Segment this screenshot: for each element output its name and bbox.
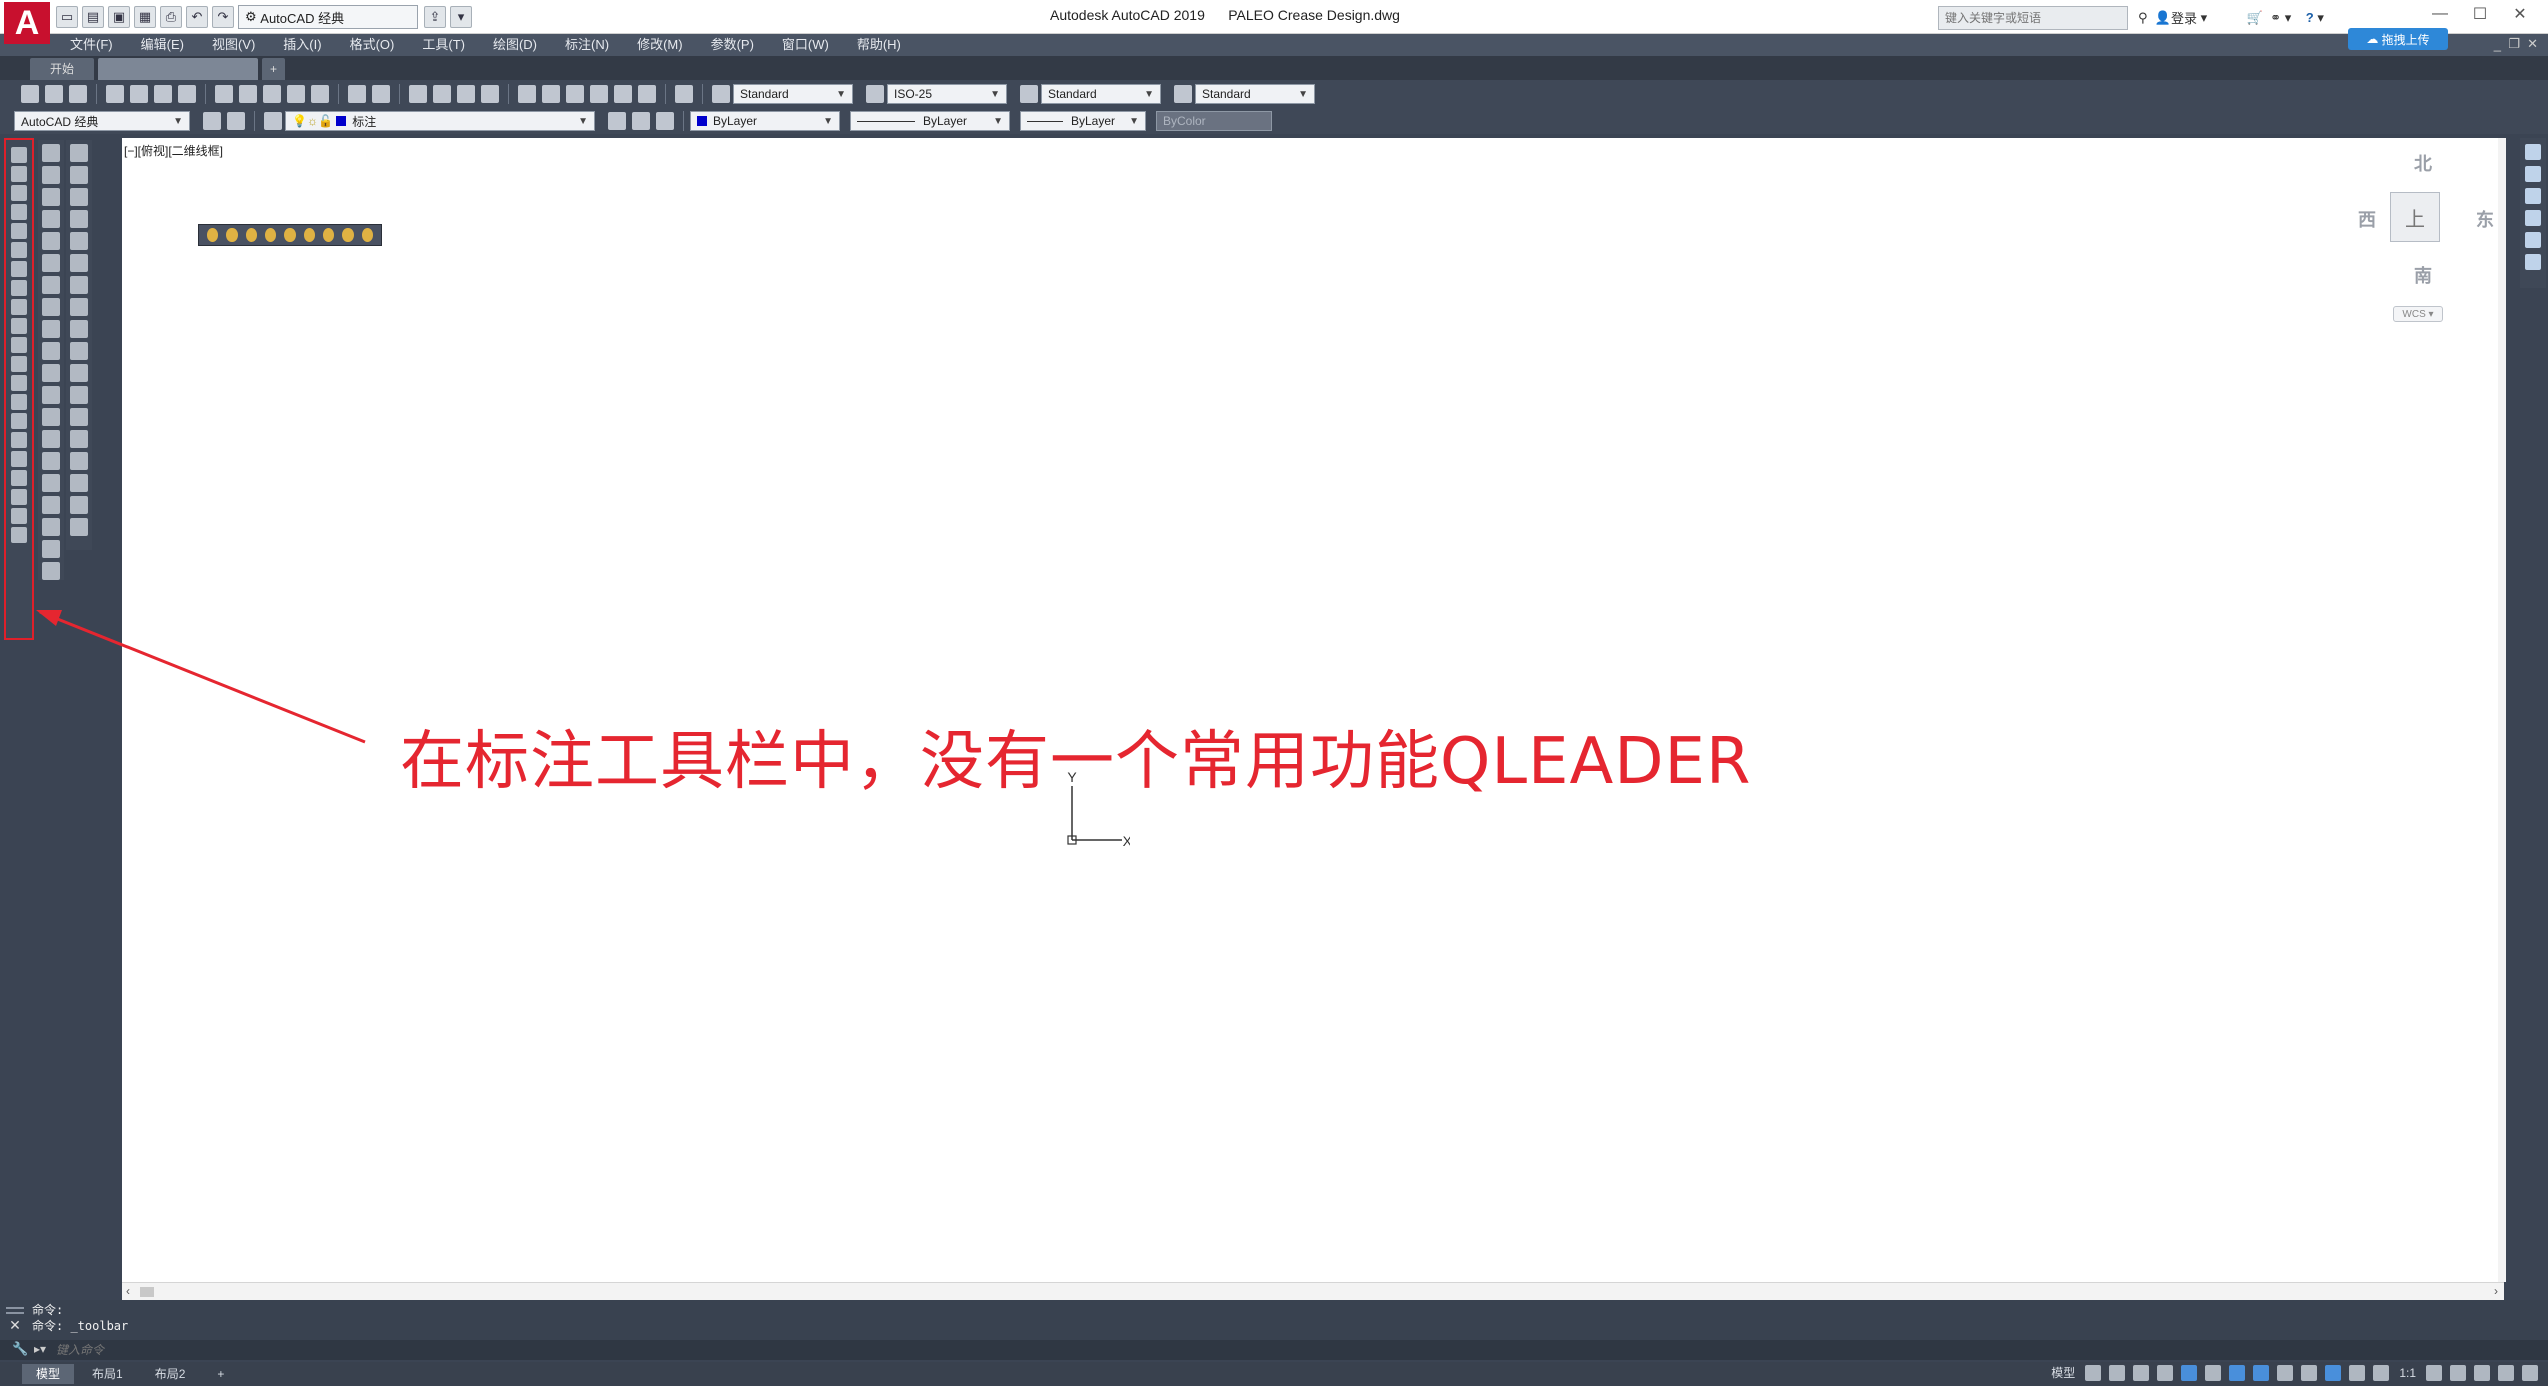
object-snap-tracking-icon[interactable]	[2229, 1364, 2246, 1381]
command-line-grip[interactable]: ✕	[6, 1304, 24, 1340]
command-input[interactable]	[56, 1342, 2356, 1358]
lineweight-toggle-icon[interactable]	[2277, 1364, 2294, 1381]
horizontal-scrollbar[interactable]: ‹ ›	[122, 1282, 2504, 1300]
ucs-icon: Y X	[1067, 770, 1130, 849]
clean-screen-icon[interactable]	[2498, 1364, 2514, 1381]
polar-tracking-icon[interactable]	[2181, 1364, 2198, 1381]
cloud-icon: ☁	[2366, 32, 2382, 46]
annotation-arrow	[36, 610, 366, 744]
app-logo-button[interactable]: A	[4, 2, 50, 44]
status-toggles: 模型 1:1	[2045, 1364, 2542, 1381]
annotation-visibility-icon[interactable]	[2325, 1364, 2342, 1381]
transparency-icon[interactable]	[2301, 1364, 2318, 1381]
infer-constraints-icon[interactable]	[2133, 1364, 2150, 1381]
model-space-toggle[interactable]: 模型	[2051, 1364, 2075, 1381]
upload-button[interactable]: ☁ 拖拽上传	[2348, 28, 2448, 50]
command-prompt-icon[interactable]: ▸▾	[34, 1342, 46, 1356]
isodraft-icon[interactable]	[2205, 1364, 2222, 1381]
scroll-right-icon[interactable]: ›	[2494, 1284, 2498, 1298]
tab-model[interactable]: 模型	[22, 1364, 75, 1384]
snap-icon[interactable]	[2109, 1364, 2126, 1381]
customization-menu-icon[interactable]	[2522, 1364, 2538, 1381]
tab-layout2[interactable]: 布局2	[141, 1364, 200, 1384]
object-snap-icon[interactable]	[2253, 1364, 2270, 1381]
annotation-scale-icon[interactable]	[2373, 1364, 2390, 1381]
annotation-arrow-head	[36, 610, 62, 626]
command-history: 命令: 命令: _toolbar	[32, 1303, 129, 1333]
scroll-left-icon[interactable]: ‹	[126, 1284, 130, 1298]
ortho-icon[interactable]	[2157, 1364, 2174, 1381]
annotation-scale-value[interactable]: 1:1	[2399, 1366, 2416, 1380]
add-icon[interactable]	[2450, 1364, 2466, 1381]
scroll-thumb[interactable]	[140, 1287, 154, 1297]
ucs-x-label: X	[1123, 833, 1130, 849]
close-icon[interactable]: ✕	[6, 1317, 24, 1334]
ucs-y-label: Y	[1067, 770, 1077, 785]
tab-layout1[interactable]: 布局1	[78, 1364, 137, 1384]
units-icon[interactable]	[2474, 1364, 2490, 1381]
workspace-switch-icon[interactable]	[2426, 1364, 2442, 1381]
vertical-scrollbar[interactable]	[2498, 138, 2506, 1282]
wrench-icon[interactable]: 🔧	[12, 1341, 28, 1357]
add-layout-button[interactable]: +	[203, 1364, 238, 1384]
auto-scale-icon[interactable]	[2349, 1364, 2366, 1381]
annotation-arrow-line	[39, 610, 366, 744]
grid-icon[interactable]	[2085, 1364, 2102, 1381]
